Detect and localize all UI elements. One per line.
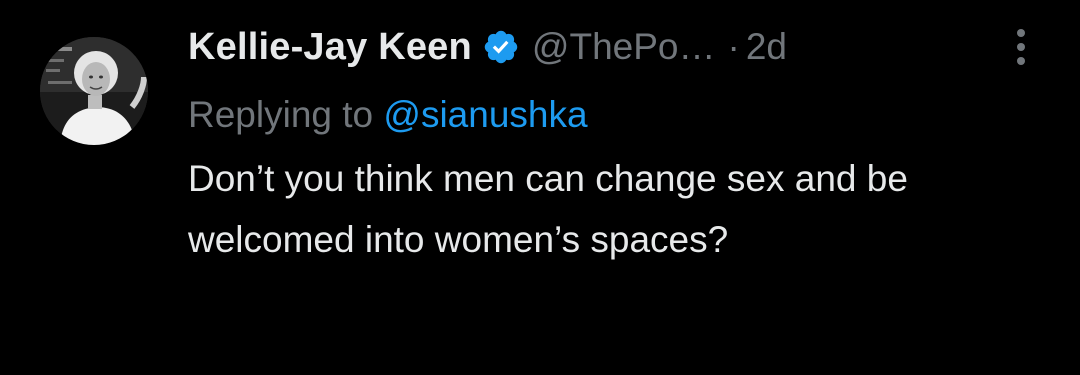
tweet[interactable]: Kellie-Jay Keen @ThePo… · 2d Replying to…: [0, 0, 1080, 375]
more-vertical-icon[interactable]: [1003, 24, 1039, 70]
tweet-content: Kellie-Jay Keen @ThePo… · 2d Replying to…: [188, 18, 1048, 270]
reply-to-mention-link[interactable]: @sianushka: [383, 94, 587, 135]
avatar[interactable]: [40, 37, 148, 145]
tweet-header: Kellie-Jay Keen @ThePo… · 2d: [188, 18, 1048, 76]
author-name[interactable]: Kellie-Jay Keen: [188, 26, 472, 69]
replying-to-line: Replying to @sianushka: [188, 90, 1048, 140]
verified-badge-icon[interactable]: [482, 28, 520, 66]
avatar-photo: [40, 37, 148, 145]
tweet-timestamp[interactable]: 2d: [746, 26, 787, 68]
tweet-text: Don’t you think men can change sex and b…: [188, 158, 908, 260]
replying-to-label: Replying to: [188, 94, 374, 135]
header-separator: ·: [727, 26, 740, 67]
author-handle[interactable]: @ThePo…: [532, 26, 716, 68]
